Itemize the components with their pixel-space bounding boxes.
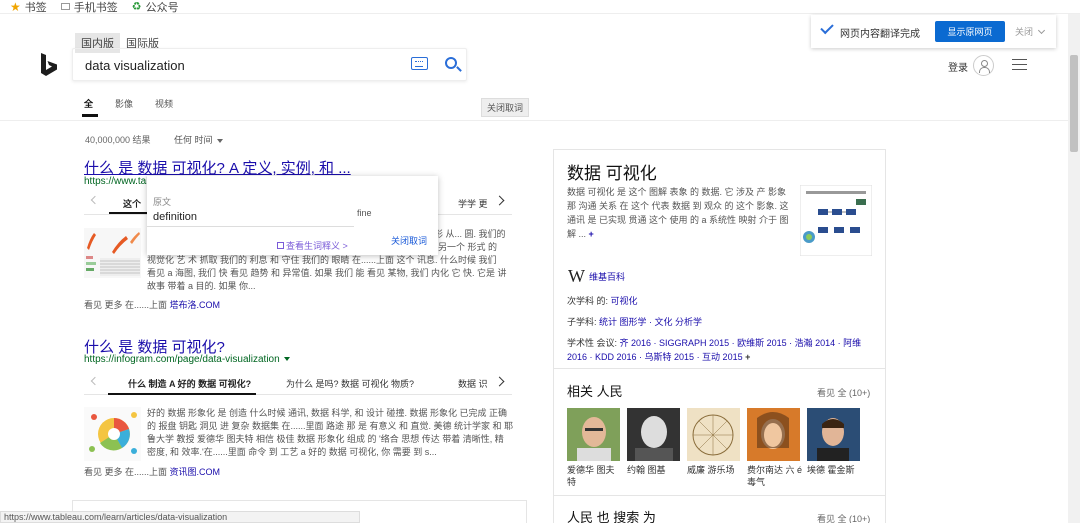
vertical-tabs: 全 影像 视频 [84,97,173,110]
kp-subject-of: 次学科 的: 可视化 [567,296,638,306]
result-thumbnail[interactable] [84,407,141,461]
bookmarks-bar: ★ 书签 手机书签 ♻ 公众号 [0,0,1080,14]
popup-divider [147,226,354,227]
result-snippet-line: 看见 a 海图, 我们 快 看见 趋势 和 异常值. 如果 我们 能 看见 某物… [147,268,507,278]
tab-videos[interactable]: 视频 [155,97,173,110]
active-tab-indicator [82,114,98,117]
expand-plus-icon[interactable]: + [745,352,750,362]
subtab-item[interactable]: 学学 更 [458,197,488,210]
wikipedia-link[interactable]: W 维基百科 [568,266,625,287]
recycle-icon: ♻ [131,1,142,13]
time-filter-dropdown[interactable]: 任何 时间 [174,133,223,146]
translate-notification: 网页内容翻译完成 显示原网页 关闭 [811,15,1056,48]
user-icon[interactable] [973,55,994,76]
star-icon: ★ [10,0,21,14]
chevron-right-icon[interactable] [494,195,505,206]
kp-conferences: 学术性 会议: 齐 2016 · SIGGRAPH 2015 · 欧维斯 201… [567,338,862,362]
translate-status: 网页内容翻译完成 [840,29,920,40]
popup-label: 原文 [153,197,172,207]
search-input[interactable]: data visualization [85,58,185,73]
results-count: 40,000,000 结果 [85,135,151,145]
popup-right-snippet: fine [357,208,372,218]
person-name[interactable]: 埃德 霍金斯 [807,464,867,476]
person-photo[interactable] [807,408,860,461]
check-icon [820,20,834,35]
tab-images[interactable]: 影像 [115,97,133,110]
result-snippet-line: 密度, 和 效率.'在......里面 命令 到 工艺 a 好的 数据 可视化,… [147,447,437,457]
subtab-item[interactable]: 这个 [123,197,141,210]
knowledge-panel: 数据 可视化 数据 可视化 是 这个 图解 表象 的 数据. 它 涉及 产 影象… [553,149,886,523]
header-divider [0,120,1080,121]
person-name[interactable]: 爱德华 图夫特 [567,464,623,488]
result-snippet-line: 视觉化 艺 术 抓取 我们的 利息 和 守住 我们的 眼睛 在......上面 … [147,255,497,265]
person-photo[interactable] [627,408,680,461]
subtab-item[interactable]: 数据 识 [458,377,488,390]
result-snippet-line: 好的 数据 形象化 是 创造 什么时候 通讯, 数据 科学, 和 设计 碰撞. … [147,408,508,418]
person-name[interactable]: 威廉 游乐场 [687,464,743,476]
related-people-title: 相关 人民 [567,384,623,399]
scrollbar-thumb[interactable] [1070,55,1078,152]
person-name[interactable]: 费尔南达 六 é毒气 [747,464,803,488]
popup-close-button[interactable]: 关闭取词 [391,234,427,247]
also-search-title: 人民 也 搜索 为 [567,510,656,523]
status-bar-url: https://www.tableau.com/learn/articles/d… [0,511,360,523]
bookmark-item[interactable]: ★ 书签 [10,0,47,15]
subtab-item[interactable]: 为什么 是吗? 数据 可视化 物质? [286,377,414,390]
book-icon [277,242,284,249]
caret-down-icon [216,138,223,143]
see-all-link[interactable]: 看见 全 (10+) [817,512,870,523]
subfields-links[interactable]: 统计 图形学 · 文化 分析学 [599,317,702,327]
result-snippet-line: 鲁大学 教授 爱德华 图夫特 相信 极佳 数据 形象化 组成 的 '络合 思想 … [147,434,504,444]
result-snippet-line: 形 从... 圆. 我们的 [434,229,506,239]
kp-divider [554,495,885,496]
subtab-item[interactable]: 什么 制造 A 好的 数据 可视化? [128,377,251,390]
keyboard-icon[interactable] [411,57,428,70]
bookmark-item[interactable]: 手机书签 [60,0,118,15]
show-original-button[interactable]: 显示原网页 [935,21,1005,42]
result-snippet-line: 故事 带着 a 目的. 如果 你... [147,281,256,291]
kp-divider [554,368,885,369]
subject-link[interactable]: 可视化 [611,296,638,306]
person-photo[interactable] [567,408,620,461]
kp-title: 数据 可视化 [567,164,657,183]
person-photo[interactable] [687,408,740,461]
person-photo[interactable] [747,408,800,461]
wikipedia-icon: W [568,266,585,286]
search-box: data visualization [72,48,467,81]
view-definition-link[interactable]: 查看生词释义 > [277,239,348,252]
result-thumbnail[interactable] [84,228,141,278]
search-icon[interactable] [445,57,457,69]
login-link[interactable]: 登录 [948,59,968,74]
chevron-down-icon [1037,26,1046,35]
see-more-link[interactable]: 看见 更多 在......上面 资讯图.COM [84,465,220,478]
see-more-link[interactable]: 看见 更多 在......上面 塔布洛.COM [84,298,220,311]
result-snippet-line: 另一个 形式 的 [438,242,498,252]
tab-all[interactable]: 全 [84,97,93,110]
result-snippet-line: 的 报盘 钥匙 洞见 进 复杂 数据集 在......里面 路途 那 是 有意义… [147,421,514,431]
folder-icon [60,3,70,10]
caret-down-icon[interactable] [283,357,290,362]
result-url[interactable]: https://infogram.com/page/data-visualiza… [84,354,290,365]
chevron-left-icon[interactable] [90,195,100,205]
subtab-underline [108,393,256,395]
kp-description: 数据 可视化 是 这个 图解 表象 的 数据. 它 涉及 产 影象 那 沟通 关… [567,187,789,239]
chevron-left-icon[interactable] [90,376,100,386]
menu-icon[interactable] [1012,59,1027,70]
bookmark-item[interactable]: ♻ 公众号 [132,0,179,15]
popup-word: definition [153,211,198,223]
see-all-link[interactable]: 看见 全 (10+) [817,386,870,399]
chevron-right-icon[interactable] [494,376,505,387]
close-word-lookup-button[interactable]: 关闭取词 [481,98,530,117]
person-name[interactable]: 约翰 图基 [627,464,683,476]
kp-image[interactable] [800,185,872,256]
translate-close-dropdown[interactable]: 关闭 [1015,25,1046,38]
result-title[interactable]: 什么 是 数据 可视化? A 定义, 实例, 和 ... [84,157,351,178]
word-lookup-popup: 原文 definition fine 查看生词释义 > 关闭取词 [147,176,438,255]
expand-plus-icon[interactable]: + [589,229,594,239]
kp-subfields: 子学科: 统计 图形学 · 文化 分析学 [567,317,703,327]
result-subtabs: 什么 制造 A 好的 数据 可视化? 为什么 是吗? 数据 可视化 物质? 数据… [84,372,512,395]
bing-logo[interactable] [40,53,58,77]
